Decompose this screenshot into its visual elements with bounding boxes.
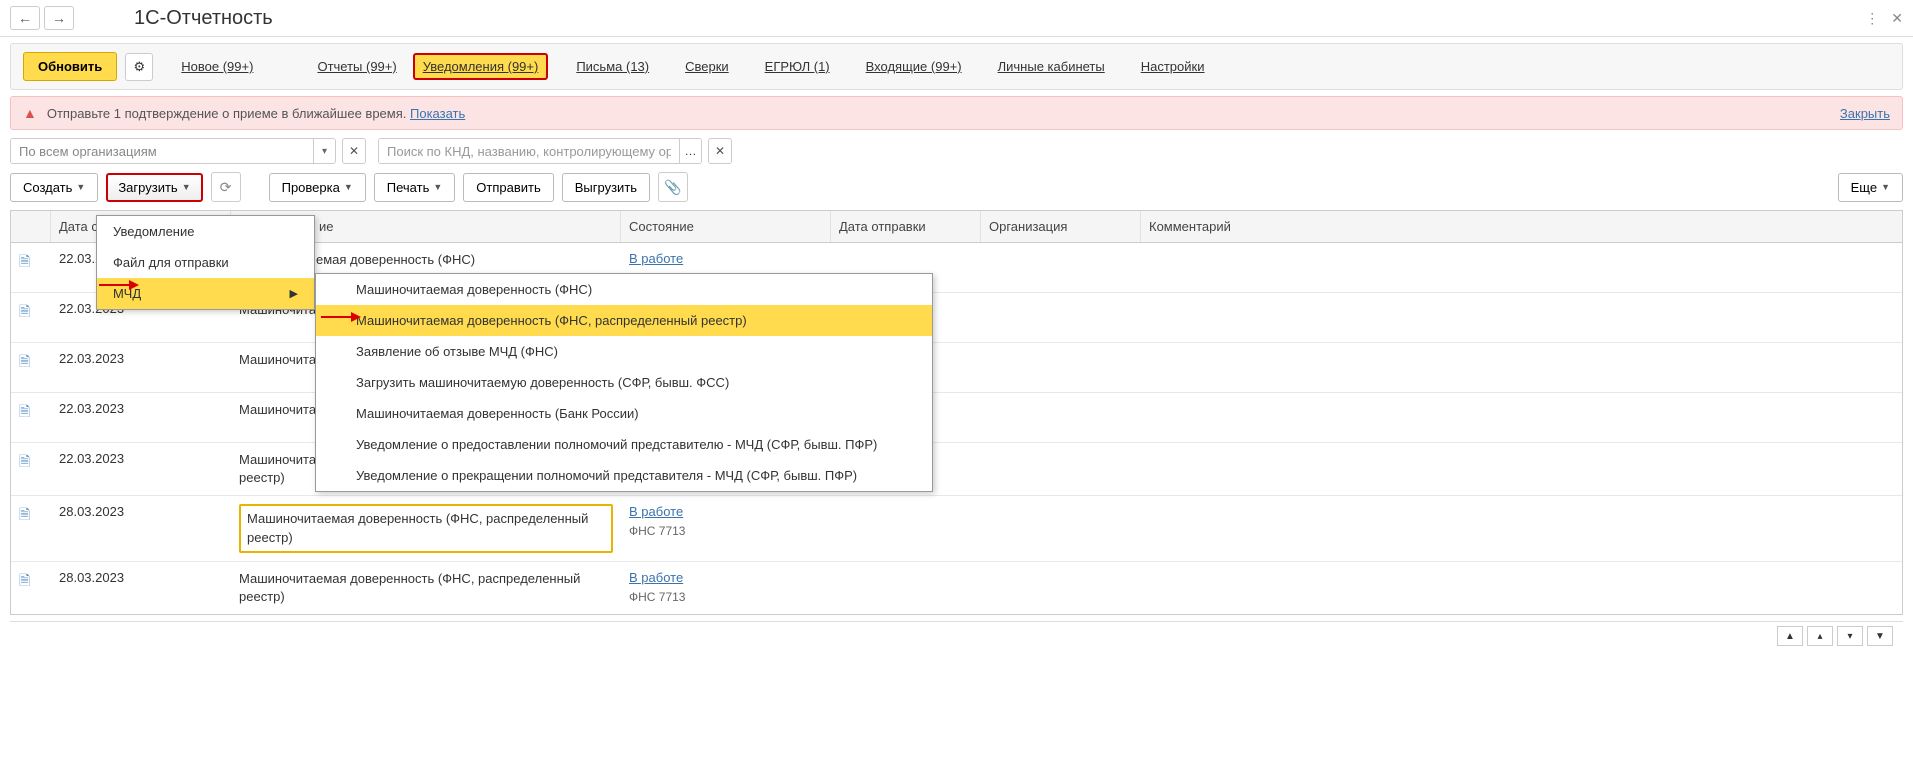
red-arrow-icon [321,311,361,323]
scroll-down-button[interactable]: ▾ [1837,626,1863,646]
load-button[interactable]: Загрузить ▼ [106,173,202,202]
org-select[interactable]: ▾ [10,138,336,164]
tab-egrul[interactable]: ЕГРЮЛ (1) [757,55,838,78]
mchd-submenu: Машиночитаемая доверенность (ФНС) Машино… [315,273,933,492]
search-input[interactable] [379,139,679,163]
page-title: 1С-Отчетность [134,7,1865,30]
tab-new[interactable]: Новое (99+) [173,55,261,78]
cell-name: Машиночитаемая доверенность (ФНС, распре… [231,496,621,560]
cell-name: Машиночитаемая доверенность (ФНС, распре… [231,562,621,614]
state-link[interactable]: В работе [629,504,823,519]
cell-date: 28.03.2023 [51,562,231,614]
submenu-terminate[interactable]: Уведомление о прекращении полномочий пре… [316,460,932,491]
print-button[interactable]: Печать ▼ [374,173,456,202]
scroll-top-button[interactable]: ▲ [1777,626,1803,646]
red-arrow-icon [99,279,139,291]
cell-date: 28.03.2023 [51,496,231,560]
document-icon: 🗎 [19,303,30,319]
state-link[interactable]: В работе [629,570,823,585]
col-sent: Дата отправки [831,211,981,242]
chevron-down-icon: ▼ [182,182,191,192]
alert-bar: ▲ Отправьте 1 подтверждение о приеме в б… [10,96,1903,130]
table-row[interactable]: 🗎 28.03.2023 Машиночитаемая доверенность… [11,496,1902,561]
scroll-bottom-button[interactable]: ▼ [1867,626,1893,646]
col-comment: Комментарий [1141,211,1902,242]
tab-notifications[interactable]: Уведомления (99+) [413,53,549,80]
back-button[interactable]: ← [10,6,40,30]
cell-date: 22.03.2023 [51,443,231,495]
check-button[interactable]: Проверка ▼ [269,173,366,202]
tab-settings[interactable]: Настройки [1133,55,1213,78]
tab-reports[interactable]: Отчеты (99+) [309,55,404,78]
document-icon: 🗎 [19,403,30,419]
submenu-grant[interactable]: Уведомление о предоставлении полномочий … [316,429,932,460]
chevron-down-icon: ▼ [1881,182,1890,192]
alert-close-link[interactable]: Закрыть [1840,106,1890,121]
options-icon[interactable]: ⋮ [1865,10,1879,27]
menu-notification[interactable]: Уведомление [97,216,314,247]
tab-reconc[interactable]: Сверки [677,55,737,78]
submenu-load-sfr[interactable]: Загрузить машиночитаемую доверенность (С… [316,367,932,398]
submenu-revoke[interactable]: Заявление об отзыве МЧД (ФНС) [316,336,932,367]
col-state: Состояние [621,211,831,242]
tab-letters[interactable]: Письма (13) [568,55,657,78]
tab-incoming[interactable]: Входящие (99+) [858,55,970,78]
export-button[interactable]: Выгрузить [562,173,650,202]
alert-text: Отправьте 1 подтверждение о приеме в бли… [47,106,1840,121]
table-row[interactable]: 🗎 28.03.2023 Машиночитаемая доверенность… [11,562,1902,614]
document-icon: 🗎 [19,453,30,469]
document-icon: 🗎 [19,506,30,522]
more-button[interactable]: Еще ▼ [1838,173,1903,202]
submenu-fns-registry[interactable]: Машиночитаемая доверенность (ФНС, распре… [316,305,932,336]
update-button[interactable]: Обновить [23,52,117,81]
state-sub: ФНС 7713 [629,590,685,604]
col-org: Организация [981,211,1141,242]
alert-show-link[interactable]: Показать [410,106,465,121]
send-button[interactable]: Отправить [463,173,553,202]
document-icon: 🗎 [19,572,30,588]
chevron-down-icon: ▼ [344,182,353,192]
document-icon: 🗎 [19,353,30,369]
close-icon[interactable]: ✕ [1891,10,1903,27]
state-sub: ФНС 7713 [629,524,685,538]
scroll-up-button[interactable]: ▴ [1807,626,1833,646]
gear-icon: ⚙ [133,59,145,75]
chevron-down-icon: ▼ [433,182,442,192]
cell-date: 22.03.2023 [51,343,231,392]
org-clear-btn[interactable]: ✕ [342,138,366,164]
cell-date: 22.03.2023 [51,393,231,442]
table-row[interactable]: 🗎 22.03.2023 Машиночитареестр) ФНС 4028 [11,443,1902,496]
org-dropdown-btn[interactable]: ▾ [313,139,335,163]
load-menu: Уведомление Файл для отправки МЧД▶ [96,215,315,310]
alert-message: Отправьте 1 подтверждение о приеме в бли… [47,106,407,121]
search-clear-btn[interactable]: ✕ [708,138,732,164]
search-more-btn[interactable]: … [679,139,701,163]
table-row[interactable]: 🗎 22.03.2023 Машиночита [11,343,1902,393]
document-icon: 🗎 [19,253,30,269]
attach-icon-btn[interactable]: 📎 [658,172,688,202]
tab-cabinets[interactable]: Личные кабинеты [990,55,1113,78]
forward-button[interactable]: → [44,6,74,30]
submenu-fns[interactable]: Машиночитаемая доверенность (ФНС) [316,274,932,305]
menu-file-for-send[interactable]: Файл для отправки [97,247,314,278]
chevron-down-icon: ▼ [76,182,85,192]
submenu-bank[interactable]: Машиночитаемая доверенность (Банк России… [316,398,932,429]
org-input[interactable] [11,139,313,163]
warning-icon: ▲ [23,105,37,121]
reload-icon-btn[interactable]: ⟳ [211,172,241,202]
gear-button[interactable]: ⚙ [125,53,153,81]
submenu-arrow-icon: ▶ [290,287,298,300]
table-row[interactable]: 🗎 22.03.2023 Машиночита [11,393,1902,443]
state-link[interactable]: В работе [629,251,823,266]
create-button[interactable]: Создать ▼ [10,173,98,202]
